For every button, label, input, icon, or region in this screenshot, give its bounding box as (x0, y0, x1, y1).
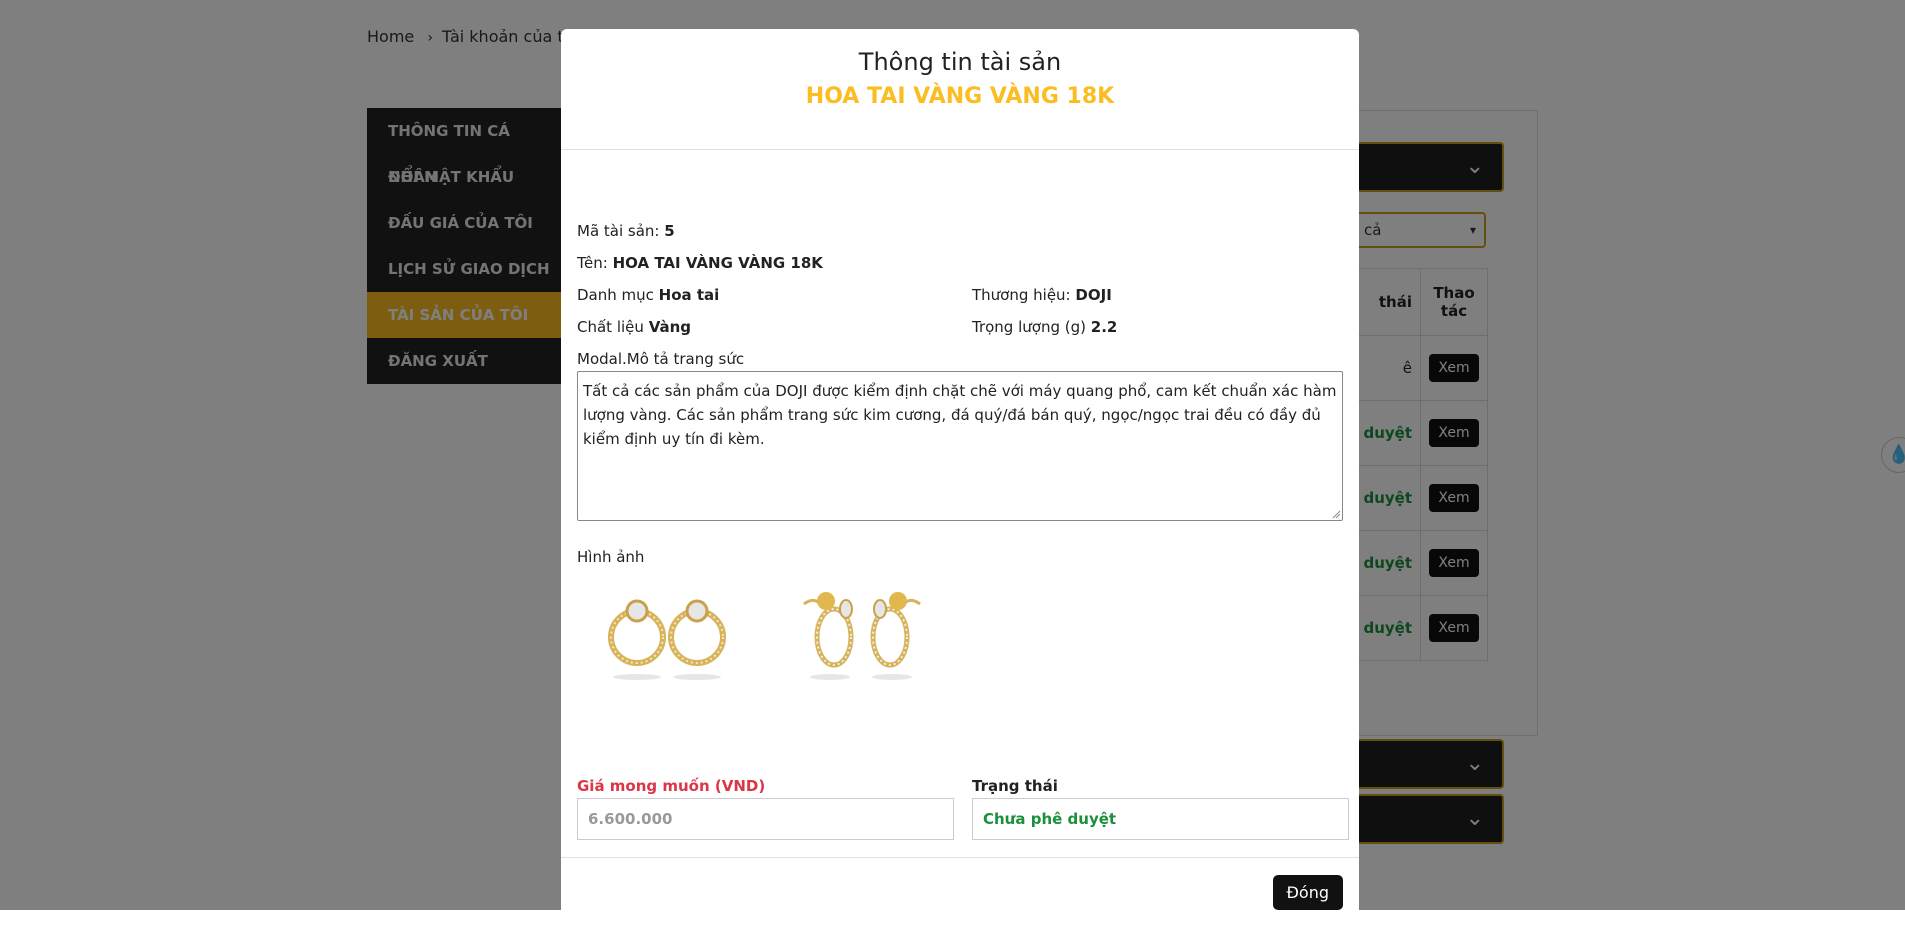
asset-code-value: 5 (664, 222, 675, 240)
material-label: Chất liệu (577, 318, 644, 336)
modal-header: Thông tin tài sản HOA TAI VÀNG VÀNG 18K (561, 29, 1359, 150)
description-text: Tất cả các sản phẩm của DOJI được kiểm đ… (583, 382, 1337, 448)
asset-code-label: Mã tài sản: (577, 222, 660, 240)
name-label: Tên: (577, 254, 608, 272)
modal-subtitle: HOA TAI VÀNG VÀNG 18K (805, 84, 1115, 109)
modal-footer: Đóng (561, 857, 1359, 910)
status-label: Trạng thái (972, 777, 1058, 795)
resize-grip-icon[interactable] (1331, 509, 1341, 519)
description-label: Modal.Mô tả trang sức (577, 350, 745, 368)
brand-label: Thương hiệu: (972, 286, 1071, 304)
brand-value: DOJI (1075, 286, 1112, 304)
weight-row: Trọng lượng (g) 2.2 (972, 318, 1117, 336)
desired-price-field[interactable]: 6.600.000 (577, 798, 954, 840)
name-row: Tên: HOA TAI VÀNG VÀNG 18K (577, 254, 823, 272)
category-row: Danh mục Hoa tai (577, 286, 719, 304)
weight-label: Trọng lượng (g) (972, 318, 1086, 336)
asset-code-row: Mã tài sản: 5 (577, 222, 675, 240)
material-row: Chất liệu Vàng (577, 318, 691, 336)
earring-image-2[interactable] (784, 559, 944, 719)
category-label: Danh mục (577, 286, 654, 304)
earring-image-1[interactable] (587, 559, 747, 719)
description-textarea[interactable]: Tất cả các sản phẩm của DOJI được kiểm đ… (577, 371, 1343, 521)
status-field[interactable]: Chưa phê duyệt (972, 798, 1349, 840)
modal-title: Thông tin tài sản (858, 48, 1062, 76)
name-value: HOA TAI VÀNG VÀNG 18K (612, 254, 823, 272)
close-button[interactable]: Đóng (1272, 875, 1343, 910)
brand-row: Thương hiệu: DOJI (972, 286, 1112, 304)
asset-info-modal: Thông tin tài sản HOA TAI VÀNG VÀNG 18K … (561, 29, 1359, 929)
category-value: Hoa tai (658, 286, 720, 304)
price-label: Giá mong muốn (VND) (577, 777, 766, 795)
weight-value: 2.2 (1090, 318, 1118, 336)
material-value: Vàng (648, 318, 692, 336)
